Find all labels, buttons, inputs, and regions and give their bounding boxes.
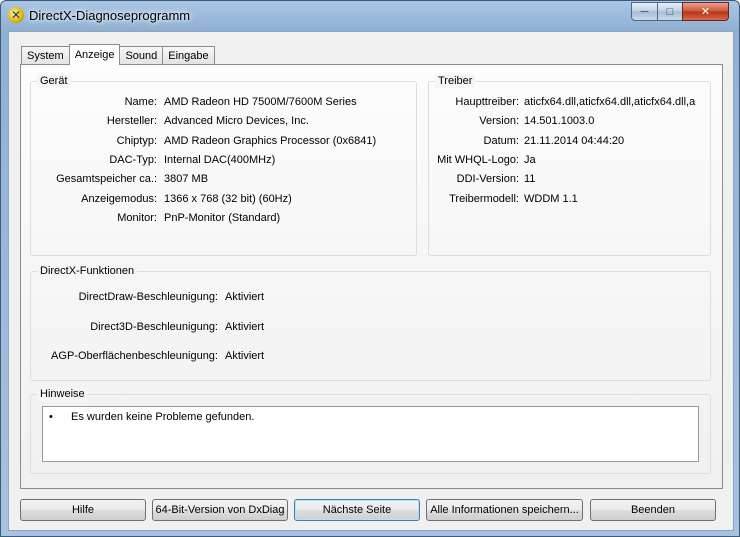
minimize-icon: ─ — [640, 5, 649, 18]
label-gesamtspeicher: Gesamtspeicher ca.: — [56, 173, 157, 185]
group-directx-funktionen: DirectX-Funktionen DirectDraw-Beschleuni… — [30, 265, 711, 381]
label-agp: AGP-Oberflächenbeschleunigung: — [51, 350, 218, 362]
save-all-button[interactable]: Alle Informationen speichern... — [426, 499, 583, 521]
close-icon: ✕ — [700, 6, 711, 18]
label-name: Name: — [124, 96, 157, 108]
directx-row-agp: AGP-Oberflächenbeschleunigung: Aktiviert — [31, 349, 710, 363]
group-geraet: Gerät Name: AMD Radeon HD 7500M/7600M Se… — [30, 75, 417, 256]
treiber-row-version: Version: 14.501.1003.0 — [429, 114, 710, 128]
label-anzeigemodus: Anzeigemodus: — [81, 193, 157, 205]
value-directdraw: Aktiviert — [225, 291, 265, 303]
label-ddi-version: DDI-Version: — [456, 173, 519, 185]
group-treiber-legend: Treiber — [435, 75, 476, 88]
geraet-row-name: Name: AMD Radeon HD 7500M/7600M Series — [31, 95, 416, 109]
maximize-icon: □ — [666, 5, 674, 18]
bullet-icon: • — [49, 411, 53, 423]
treiber-row-treibermodell: Treibermodell: WDDM 1.1 — [429, 192, 710, 206]
label-treibermodell: Treibermodell: — [449, 193, 519, 205]
value-agp: Aktiviert — [225, 350, 265, 362]
directx-app-icon: ✕ — [8, 7, 24, 23]
value-direct3d: Aktiviert — [225, 321, 265, 333]
label-hersteller: Hersteller: — [106, 115, 157, 127]
label-datum: Datum: — [483, 135, 519, 147]
group-hinweise: Hinweise • Es wurden keine Probleme gefu… — [30, 388, 711, 474]
next-page-button[interactable]: Nächste Seite — [294, 499, 420, 521]
geraet-row-anzeigemodus: Anzeigemodus: 1366 x 768 (32 bit) (60Hz) — [31, 192, 416, 206]
geraet-row-chiptyp: Chiptyp: AMD Radeon Graphics Processor (… — [31, 134, 416, 148]
dxdiag64-button[interactable]: 64-Bit-Version von DxDiag — [152, 499, 288, 521]
group-directx-legend: DirectX-Funktionen — [37, 265, 138, 278]
dialog-client-area: System Anzeige Sound Eingabe Gerät Name:… — [8, 31, 734, 531]
treiber-row-haupttreiber: Haupttreiber: aticfx64.dll,aticfx64.dll,… — [429, 95, 710, 109]
value-ddi-version: 11 — [524, 173, 536, 185]
group-geraet-legend: Gerät — [37, 75, 71, 88]
minimize-button[interactable]: ─ — [631, 2, 658, 21]
label-dac-typ: DAC-Typ: — [109, 154, 157, 166]
value-datum: 21.11.2014 04:44:20 — [524, 135, 625, 147]
tab-panel-anzeige: Gerät Name: AMD Radeon HD 7500M/7600M Se… — [20, 64, 723, 489]
label-directdraw: DirectDraw-Beschleunigung: — [78, 291, 218, 303]
label-haupttreiber: Haupttreiber: — [455, 96, 519, 108]
list-item: • Es wurden keine Probleme gefunden. — [49, 411, 254, 423]
value-chiptyp: AMD Radeon Graphics Processor (0x6841) — [164, 135, 377, 147]
label-whql: Mit WHQL-Logo: — [437, 154, 519, 166]
exit-button[interactable]: Beenden — [590, 499, 716, 521]
window-title: DirectX-Diagnoseprogramm — [29, 8, 191, 23]
note-text: Es wurden keine Probleme gefunden. — [71, 411, 255, 423]
notes-textbox[interactable]: • Es wurden keine Probleme gefunden. — [42, 406, 699, 462]
label-monitor: Monitor: — [117, 212, 157, 224]
geraet-row-hersteller: Hersteller: Advanced Micro Devices, Inc. — [31, 114, 416, 128]
geraet-row-speicher: Gesamtspeicher ca.: 3807 MB — [31, 172, 416, 186]
group-treiber: Treiber Haupttreiber: aticfx64.dll,aticf… — [428, 75, 711, 256]
group-hinweise-legend: Hinweise — [37, 388, 88, 401]
dxdiag-window: ✕ DirectX-Diagnoseprogramm ─ □ ✕ System … — [0, 0, 740, 537]
value-treibermodell: WDDM 1.1 — [524, 193, 578, 205]
label-chiptyp: Chiptyp: — [116, 135, 157, 147]
value-name: AMD Radeon HD 7500M/7600M Series — [164, 96, 357, 108]
treiber-row-datum: Datum: 21.11.2014 04:44:20 — [429, 134, 710, 148]
value-gesamtspeicher: 3807 MB — [164, 173, 209, 185]
value-version: 14.501.1003.0 — [524, 115, 595, 127]
value-dac-typ: Internal DAC(400MHz) — [164, 154, 276, 166]
tab-eingabe[interactable]: Eingabe — [162, 46, 215, 65]
directx-row-directdraw: DirectDraw-Beschleunigung: Aktiviert — [31, 290, 710, 304]
tab-system[interactable]: System — [21, 46, 70, 65]
tab-anzeige[interactable]: Anzeige — [68, 44, 121, 65]
value-monitor: PnP-Monitor (Standard) — [164, 212, 281, 224]
title-bar[interactable]: ✕ DirectX-Diagnoseprogramm ─ □ ✕ — [1, 1, 739, 31]
value-anzeigemodus: 1366 x 768 (32 bit) (60Hz) — [164, 193, 292, 205]
tab-sound[interactable]: Sound — [119, 46, 164, 65]
treiber-row-whql: Mit WHQL-Logo: Ja — [429, 153, 710, 167]
maximize-button[interactable]: □ — [657, 2, 683, 21]
value-whql: Ja — [524, 154, 536, 166]
geraet-row-monitor: Monitor: PnP-Monitor (Standard) — [31, 211, 416, 225]
help-button[interactable]: Hilfe — [20, 499, 146, 521]
geraet-row-dac-typ: DAC-Typ: Internal DAC(400MHz) — [31, 153, 416, 167]
value-haupttreiber: aticfx64.dll,aticfx64.dll,aticfx64.dll,a — [524, 96, 696, 108]
directx-row-direct3d: Direct3D-Beschleunigung: Aktiviert — [31, 320, 710, 334]
label-direct3d: Direct3D-Beschleunigung: — [90, 321, 218, 333]
label-version: Version: — [479, 115, 519, 127]
close-button[interactable]: ✕ — [682, 2, 729, 21]
treiber-row-ddi: DDI-Version: 11 — [429, 172, 710, 186]
tab-strip: System Anzeige Sound Eingabe — [21, 44, 215, 65]
value-hersteller: Advanced Micro Devices, Inc. — [164, 115, 309, 127]
